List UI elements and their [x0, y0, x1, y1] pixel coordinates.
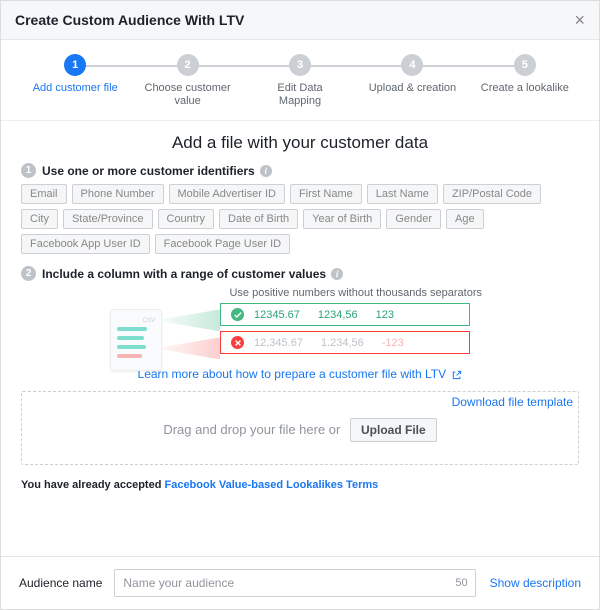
- good-example: 12345.67 1234,56 123: [220, 303, 470, 326]
- step-3[interactable]: 3 Edit Data Mapping: [244, 54, 356, 108]
- step-label: Add customer file: [33, 82, 118, 95]
- chip-country: Country: [158, 209, 215, 229]
- step-circle: 4: [401, 54, 423, 76]
- learn-more-text: Learn more about how to prepare a custom…: [138, 367, 447, 381]
- modal-header: Create Custom Audience With LTV ×: [1, 1, 599, 40]
- upload-file-button[interactable]: Upload File: [350, 418, 437, 442]
- example-hint: Use positive numbers without thousands s…: [110, 287, 490, 299]
- learn-more-link[interactable]: Learn more about how to prepare a custom…: [21, 367, 579, 381]
- step-circle: 3: [289, 54, 311, 76]
- example-area: Use positive numbers without thousands s…: [21, 287, 579, 359]
- audience-name-label: Audience name: [19, 576, 102, 590]
- info-icon[interactable]: i: [260, 165, 272, 177]
- chip-facebook-app-user-id: Facebook App User ID: [21, 234, 150, 254]
- step-label: Edit Data Mapping: [255, 82, 345, 108]
- chip-email: Email: [21, 184, 67, 204]
- document-icon: CSV: [110, 309, 162, 371]
- chip-last-name: Last Name: [367, 184, 438, 204]
- audience-name-input[interactable]: [114, 569, 475, 597]
- terms-link[interactable]: Facebook Value-based Lookalikes Terms: [164, 479, 378, 491]
- content: Add a file with your customer data 1 Use…: [1, 121, 599, 556]
- step-circle: 2: [177, 54, 199, 76]
- section-2-badge: 2: [21, 266, 36, 281]
- step-circle: 5: [514, 54, 536, 76]
- step-circle: 1: [64, 54, 86, 76]
- chip-date-of-birth: Date of Birth: [219, 209, 298, 229]
- bad-value: 1.234,56: [321, 337, 364, 349]
- chip-phone-number: Phone Number: [72, 184, 164, 204]
- section-1-header: 1 Use one or more customer identifiers i: [21, 163, 579, 178]
- chip-age: Age: [446, 209, 484, 229]
- cross-icon: [231, 336, 244, 349]
- step-label: Choose customer value: [143, 82, 233, 108]
- bad-value: 12,345.67: [254, 337, 303, 349]
- info-icon[interactable]: i: [331, 268, 343, 280]
- modal-title: Create Custom Audience With LTV: [15, 12, 244, 28]
- page-title: Add a file with your customer data: [21, 133, 579, 153]
- step-label: Create a lookalike: [481, 82, 569, 95]
- modal: Create Custom Audience With LTV × 1 Add c…: [0, 0, 600, 610]
- chip-year-of-birth: Year of Birth: [303, 209, 381, 229]
- footer: Audience name 50 Show description: [1, 556, 599, 609]
- step-label: Upload & creation: [369, 82, 456, 95]
- terms-prefix: You have already accepted: [21, 479, 164, 491]
- good-value: 1234,56: [318, 309, 358, 321]
- chip-facebook-page-user-id: Facebook Page User ID: [155, 234, 290, 254]
- check-icon: [231, 308, 244, 321]
- bad-connector: [162, 337, 220, 359]
- chip-zip-postal-code: ZIP/Postal Code: [443, 184, 541, 204]
- audience-input-wrap: 50: [114, 569, 475, 597]
- step-1[interactable]: 1 Add customer file: [19, 54, 131, 95]
- section-2-title: Include a column with a range of custome…: [42, 267, 326, 281]
- upload-area: Download file template Drag and drop you…: [21, 391, 579, 465]
- external-link-icon: [452, 370, 462, 380]
- chip-mobile-advertiser-id: Mobile Advertiser ID: [169, 184, 285, 204]
- bad-example: 12,345.67 1.234,56 -123: [220, 331, 470, 354]
- chip-gender: Gender: [386, 209, 441, 229]
- char-count: 50: [455, 577, 467, 589]
- stepper: 1 Add customer file 2 Choose customer value…: [1, 40, 599, 121]
- identifier-chips: EmailPhone NumberMobile Advertiser IDFir…: [21, 184, 579, 254]
- chip-first-name: First Name: [290, 184, 362, 204]
- chip-state-province: State/Province: [63, 209, 153, 229]
- section-2-header: 2 Include a column with a range of custo…: [21, 266, 579, 281]
- step-5[interactable]: 5 Create a lookalike: [469, 54, 581, 95]
- chip-city: City: [21, 209, 58, 229]
- bad-value: -123: [382, 337, 404, 349]
- section-1-title: Use one or more customer identifiers: [42, 164, 255, 178]
- close-icon[interactable]: ×: [574, 11, 585, 29]
- good-value: 12345.67: [254, 309, 300, 321]
- drop-text: Drag and drop your file here or: [163, 422, 340, 437]
- step-2[interactable]: 2 Choose customer value: [131, 54, 243, 108]
- good-value: 123: [376, 309, 394, 321]
- step-4[interactable]: 4 Upload & creation: [356, 54, 468, 95]
- show-description-link[interactable]: Show description: [490, 576, 581, 590]
- good-connector: [162, 309, 220, 331]
- terms-text: You have already accepted Facebook Value…: [21, 479, 579, 491]
- section-1-badge: 1: [21, 163, 36, 178]
- download-template-link[interactable]: Download file template: [452, 395, 573, 409]
